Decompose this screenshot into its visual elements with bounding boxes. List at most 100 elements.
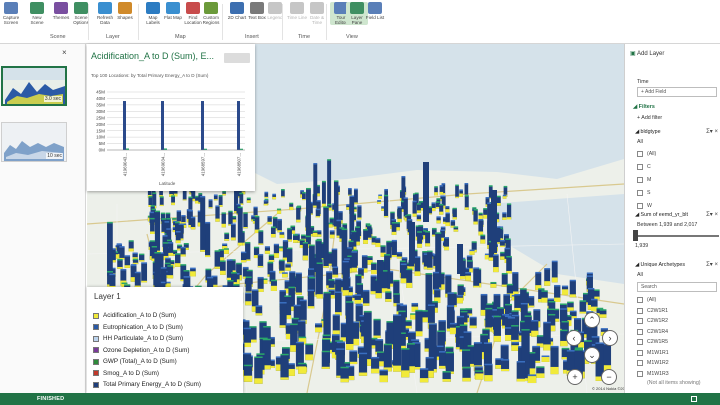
add-layer-button[interactable]: ▣ Add Layer xyxy=(630,50,664,57)
map-bar-top xyxy=(527,374,537,376)
map-bar-top xyxy=(124,255,131,257)
add-filter-button[interactable]: + Add filter xyxy=(637,115,662,121)
map-bar-top xyxy=(349,350,358,352)
filter-option-checkbox[interactable]: C2W1R1 xyxy=(637,307,668,314)
filter-bldgtype-title[interactable]: ◢ bldgtype xyxy=(635,129,661,135)
filter-actions[interactable]: Σ▾ × xyxy=(706,261,718,268)
map-bar-top xyxy=(328,289,335,292)
map-bar-top xyxy=(230,223,236,226)
filters-header[interactable]: ◢ Filters xyxy=(633,104,655,110)
map-bar-top xyxy=(253,246,260,249)
filter-actions[interactable]: Σ▾ × xyxy=(706,128,718,135)
ribbon-button-flat-map[interactable]: Flat Map xyxy=(162,2,184,20)
group-label-time: Time xyxy=(298,34,311,40)
map-bar-top xyxy=(188,209,193,212)
map-bar-top xyxy=(465,272,471,274)
map-bar-top xyxy=(328,222,333,225)
year-slider-thumb[interactable] xyxy=(633,230,638,241)
map-bar-top xyxy=(440,229,445,231)
ribbon-separator xyxy=(138,4,139,40)
chart-panel[interactable]: Acidification_A to D (Sum), E... Top 100… xyxy=(87,44,255,191)
map-bar-top xyxy=(166,218,171,220)
ribbon-button-refresh-data[interactable]: Refresh Data xyxy=(94,2,116,25)
tilt-up-button[interactable]: ⌃ xyxy=(584,312,600,328)
map-bar-top xyxy=(399,260,406,263)
ribbon-button-map-labels[interactable]: Map Labels xyxy=(142,2,164,25)
filter-option-checkbox[interactable]: M xyxy=(637,177,651,183)
map-bar-top xyxy=(335,278,342,280)
ribbon-button-new-scene[interactable]: New Scene xyxy=(26,2,48,25)
filter-option-checkbox[interactable]: S xyxy=(637,190,650,196)
map-bar xyxy=(327,160,332,209)
map-bar xyxy=(208,200,213,209)
map-bar-segment xyxy=(224,239,230,241)
map-bar-top xyxy=(452,207,457,210)
filter-option-checkbox[interactable]: C xyxy=(637,164,651,170)
year-slider[interactable] xyxy=(637,235,719,237)
ribbon-button-shapes[interactable]: Shapes xyxy=(114,2,136,20)
zoom-in-button[interactable]: + xyxy=(567,369,583,385)
map-bar-top xyxy=(379,369,388,372)
map-bar-segment xyxy=(220,270,226,275)
add-field-button[interactable]: + Add Field xyxy=(637,87,717,97)
map-labels-icon xyxy=(146,2,160,14)
filter-archetypes-title[interactable]: ◢ Unique Archetypes xyxy=(635,262,685,268)
filter-option-checkbox[interactable]: M1W1R1 xyxy=(637,349,669,356)
map-bar-top xyxy=(453,226,459,228)
map-bar-top xyxy=(327,159,332,161)
chart-y-tick-label: 30M xyxy=(96,109,105,114)
map-bar-top xyxy=(449,322,458,325)
filter-option-checkbox[interactable]: M1W1R2 xyxy=(637,360,669,366)
filter-option-checkbox[interactable]: M1W1R3 xyxy=(637,370,669,377)
filter-option-checkbox[interactable]: C2W1R4 xyxy=(637,328,668,335)
map-bar-top xyxy=(299,299,307,302)
map-bar-segment xyxy=(460,276,466,280)
close-icon[interactable]: × xyxy=(62,48,67,57)
ribbon-button-capture-screen[interactable]: Capture Screen xyxy=(0,2,22,25)
search-input[interactable]: Search xyxy=(637,282,717,292)
filter-option-checkbox[interactable]: (All) xyxy=(637,297,656,303)
map-bar-top xyxy=(411,302,419,305)
map-bar-top xyxy=(255,305,263,307)
map-bar-top xyxy=(180,246,186,249)
time-line-icon xyxy=(290,2,304,14)
map-bar-top xyxy=(227,280,234,282)
scene-thumbnail-2[interactable]: 10 sec xyxy=(1,122,67,162)
shapes-icon xyxy=(118,2,132,14)
ribbon-button-field-list[interactable]: Field List xyxy=(364,2,386,20)
map-bar-segment xyxy=(237,242,243,246)
not-all-items-note: (Not all items showing) xyxy=(647,380,701,386)
map-bar xyxy=(258,231,264,245)
ribbon-button-custom-regions[interactable]: Custom Regions xyxy=(200,2,222,25)
map-bar-segment xyxy=(516,378,526,382)
map-bar-top xyxy=(587,287,595,290)
chart-y-tick-label: 20M xyxy=(96,122,105,127)
filter-actions[interactable]: Σ▾ × xyxy=(706,211,718,218)
map-bar-top xyxy=(282,240,289,242)
chart-options-button[interactable] xyxy=(224,53,250,63)
filter-option-checkbox[interactable]: W xyxy=(637,203,652,209)
scene-thumbnail-1[interactable]: 3.0 sec xyxy=(1,66,67,106)
map-bar-segment xyxy=(257,265,264,268)
map-bar-top xyxy=(531,320,539,322)
filter-year-title[interactable]: ◢ Sum of eemd_yr_blt xyxy=(635,212,688,218)
ribbon-button-2d-chart[interactable]: 2D Chart xyxy=(226,2,248,20)
map-bar-top xyxy=(396,251,403,254)
checkbox-icon xyxy=(637,328,643,335)
map-bar-top xyxy=(507,317,516,319)
checkbox-icon xyxy=(637,349,643,356)
map-bar-top xyxy=(224,232,230,235)
zoom-out-button[interactable]: − xyxy=(601,369,617,385)
ribbon-button-themes[interactable]: Themes xyxy=(50,2,72,20)
chart-y-tick-label: 35M xyxy=(96,102,105,107)
rotate-left-button[interactable]: ‹ xyxy=(566,330,582,346)
rotate-right-button[interactable]: › xyxy=(602,330,618,346)
filter-option-checkbox[interactable]: (All) xyxy=(637,151,656,157)
map-bar-top xyxy=(242,352,252,355)
tilt-down-button[interactable]: ⌄ xyxy=(584,347,600,363)
filter-option-checkbox[interactable]: C2W1R2 xyxy=(637,318,668,324)
filter-option-checkbox[interactable]: C2W1R5 xyxy=(637,339,668,345)
map-bar-top xyxy=(290,323,298,326)
map-bar-top xyxy=(290,225,296,228)
checkbox-icon xyxy=(637,190,643,196)
